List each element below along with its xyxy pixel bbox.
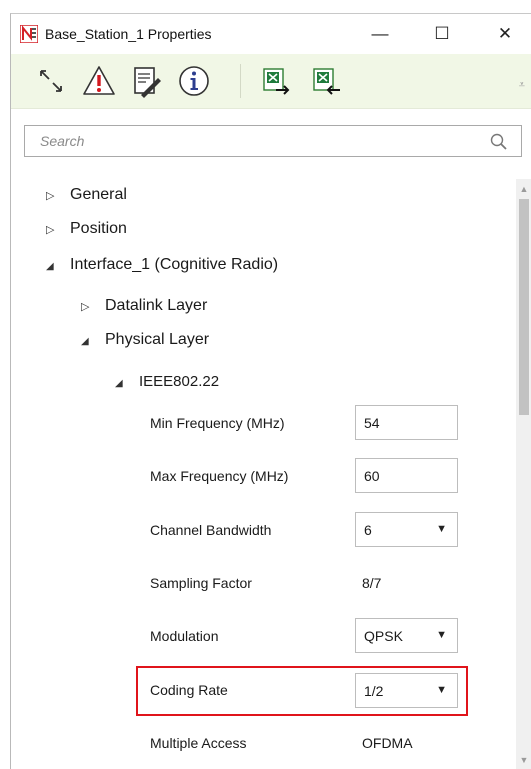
collapse-arrow-icon[interactable]: ◢ [81,336,105,347]
expand-arrow-icon[interactable]: ▷ [46,223,70,236]
document-edit-icon[interactable] [127,63,163,99]
tree-node-physical-layer[interactable]: ◢ Physical Layer [81,331,209,349]
channel-bandwidth-select[interactable]: 6 ▼ [355,512,458,547]
tree-node-label: Interface_1 (Cognitive Radio) [70,256,279,273]
scroll-up-icon[interactable]: ▲ [516,181,531,197]
app-logo-icon [20,25,38,43]
toolbar-separator [240,64,241,98]
search-input[interactable] [25,126,465,156]
expand-arrow-icon[interactable]: ▷ [81,300,105,313]
min-frequency-label: Min Frequency (MHz) [150,415,285,431]
channel-bandwidth-value: 6 [364,522,372,538]
max-frequency-label: Max Frequency (MHz) [150,468,289,484]
tree-node-datalink-layer[interactable]: ▷ Datalink Layer [81,297,207,315]
tree-node-general[interactable]: ▷ General [46,186,127,204]
close-button[interactable]: ✕ [485,20,525,48]
multiple-access-value: OFDMA [362,735,413,751]
coding-rate-select[interactable]: 1/2 ▼ [355,673,458,708]
collapse-arrow-icon[interactable]: ◢ [115,378,139,389]
tree-node-interface[interactable]: ◢ Interface_1 (Cognitive Radio) [46,256,278,274]
coding-rate-label: Coding Rate [150,682,228,698]
info-icon[interactable] [176,63,212,99]
coding-rate-value: 1/2 [364,683,384,699]
scroll-down-icon[interactable]: ▼ [516,752,531,768]
channel-bandwidth-label: Channel Bandwidth [150,522,272,538]
min-frequency-field[interactable] [355,405,458,440]
tree-node-label: Physical Layer [105,331,210,348]
tree-node-label: IEEE802.22 [139,373,220,390]
collapse-arrow-icon[interactable]: ◢ [46,261,70,272]
expand-arrows-icon[interactable] [33,63,69,99]
toolbar: ⩡ [11,54,531,109]
warning-icon[interactable] [81,63,117,99]
max-frequency-field[interactable] [355,458,458,493]
search-box [24,125,522,157]
toolbar-overflow-icon[interactable]: ⩡ [519,79,525,92]
modulation-value: QPSK [364,628,403,644]
modulation-label: Modulation [150,628,219,644]
modulation-select[interactable]: QPSK ▼ [355,618,458,653]
sampling-factor-value: 8/7 [362,575,382,591]
window-title: Base_Station_1 Properties [45,26,212,42]
sampling-factor-label: Sampling Factor [150,575,252,591]
tree-node-label: General [70,186,127,203]
chevron-down-icon[interactable]: ▼ [436,684,447,696]
excel-export-icon[interactable] [258,63,294,99]
multiple-access-label: Multiple Access [150,735,247,751]
tree-node-position[interactable]: ▷ Position [46,220,127,238]
minimize-button[interactable]: — [360,20,400,48]
maximize-button[interactable]: ☐ [422,20,462,48]
excel-import-icon[interactable] [308,63,344,99]
tree-node-label: Position [70,220,127,237]
expand-arrow-icon[interactable]: ▷ [46,189,70,202]
tree-node-ieee80222[interactable]: ◢ IEEE802.22 [115,373,219,390]
vertical-scrollbar[interactable]: ▲ ▼ [516,179,531,769]
properties-window: Base_Station_1 Properties — ☐ ✕ ⩡ Search… [10,13,531,769]
tree-node-label: Datalink Layer [105,297,208,314]
chevron-down-icon[interactable]: ▼ [436,629,447,641]
search-icon[interactable] [489,132,509,152]
title-bar: Base_Station_1 Properties — ☐ ✕ [11,14,531,54]
chevron-down-icon[interactable]: ▼ [436,523,447,535]
scroll-thumb[interactable] [519,199,529,415]
